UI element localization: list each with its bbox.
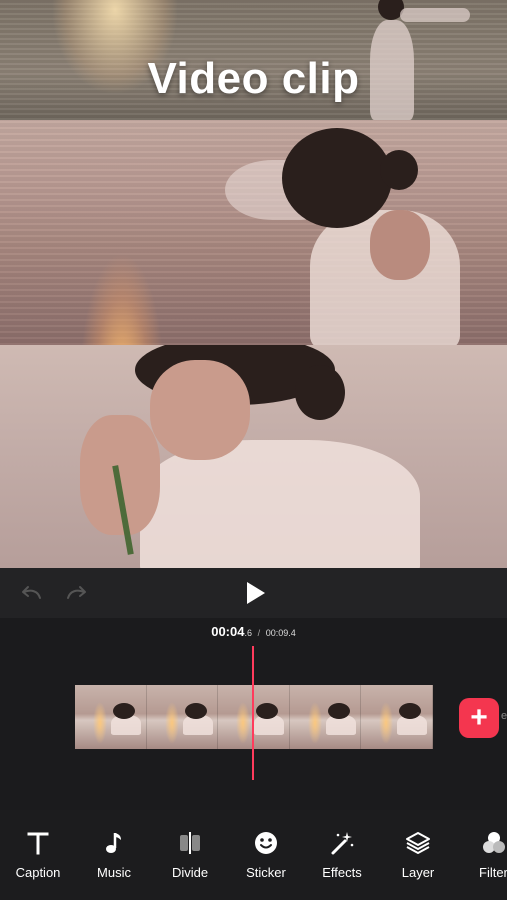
tool-label: Divide xyxy=(171,865,209,880)
tool-caption[interactable]: Caption xyxy=(3,830,73,880)
tool-label: Filter xyxy=(479,865,507,880)
tool-label: Music xyxy=(97,865,131,880)
redo-button[interactable] xyxy=(64,580,90,606)
tool-layer[interactable]: Layer xyxy=(383,830,453,880)
layers-icon xyxy=(406,832,430,854)
tool-label: Layer xyxy=(401,865,435,880)
bottom-toolbar: Caption Music Divide Sticker Effects Lay… xyxy=(0,810,507,900)
current-time-fraction: .6 xyxy=(244,628,252,638)
text-icon xyxy=(27,832,49,855)
music-note-icon xyxy=(106,833,121,853)
tool-label: Effects xyxy=(322,865,362,880)
clip-thumbnail[interactable] xyxy=(289,685,362,749)
divide-icon xyxy=(180,832,200,854)
timecode-separator: / xyxy=(257,628,261,638)
tool-filter[interactable]: Filter xyxy=(459,830,507,880)
play-button[interactable] xyxy=(240,578,270,608)
magic-wand-icon xyxy=(331,832,354,855)
undo-button[interactable] xyxy=(18,580,44,606)
tool-label: Sticker xyxy=(246,865,286,880)
undo-icon xyxy=(22,586,41,599)
edge-label: e xyxy=(501,710,507,722)
timeline: 00:04.6 / 00:09.4 + e xyxy=(0,618,507,810)
timecode: 00:04.6 / 00:09.4 xyxy=(0,624,507,639)
play-icon xyxy=(247,582,265,604)
title-overlay: Video clip xyxy=(147,54,360,103)
tool-divide[interactable]: Divide xyxy=(155,830,225,880)
figure-woman-flowers xyxy=(40,345,440,568)
playback-control-bar xyxy=(0,568,507,618)
preview-frame-3 xyxy=(0,345,507,568)
figure-woman xyxy=(220,120,507,345)
clip-thumbnail[interactable] xyxy=(146,685,219,749)
tool-label: Caption xyxy=(15,865,61,880)
smiley-icon xyxy=(255,832,277,854)
preview-frame-2 xyxy=(0,120,507,345)
total-duration: 00:09.4 xyxy=(265,628,296,638)
clip-track[interactable] xyxy=(75,685,433,749)
clip-thumbnail[interactable] xyxy=(75,685,147,749)
plus-icon: + xyxy=(470,701,488,734)
tool-effects[interactable]: Effects xyxy=(307,830,377,880)
tool-sticker[interactable]: Sticker xyxy=(231,830,301,880)
add-clip-button[interactable]: + xyxy=(459,698,499,738)
redo-icon xyxy=(67,586,86,599)
current-time: 00:04 xyxy=(211,624,245,639)
filter-icon xyxy=(483,832,505,853)
playhead[interactable] xyxy=(252,646,254,780)
clip-thumbnail[interactable] xyxy=(361,685,433,749)
tool-music[interactable]: Music xyxy=(79,830,149,880)
